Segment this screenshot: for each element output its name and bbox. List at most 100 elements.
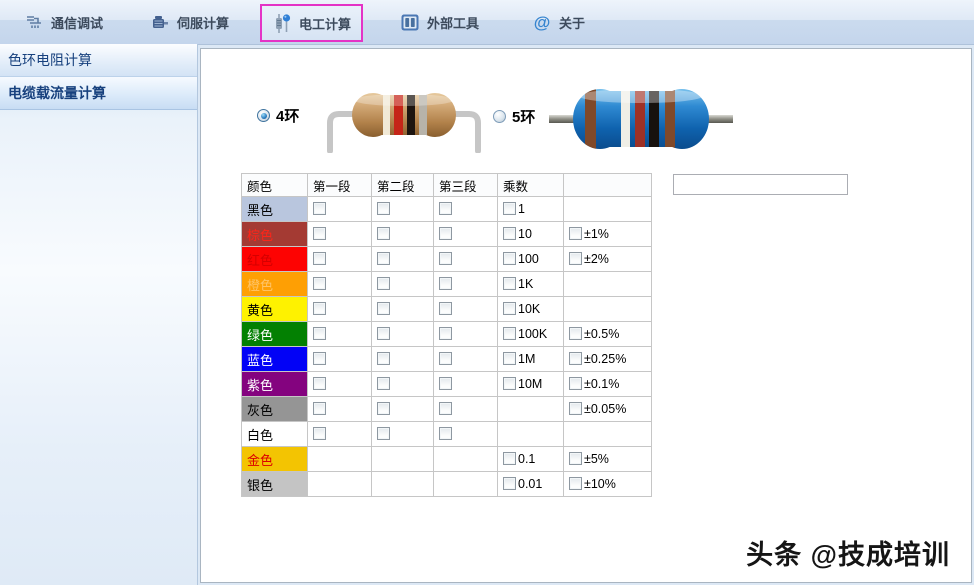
toolbar-item-label: 伺服计算: [177, 13, 229, 32]
band1-cell: [308, 372, 372, 397]
band1-checkbox[interactable]: [313, 202, 326, 215]
tolerance-cell: ±0.05%: [564, 397, 652, 422]
band2-checkbox[interactable]: [377, 402, 390, 415]
band-option-5: 5环: [493, 106, 535, 127]
color-cell[interactable]: 蓝色: [242, 347, 308, 372]
multiplier-checkbox[interactable]: [503, 452, 516, 465]
toolbar-item-about[interactable]: @ 关于: [528, 6, 589, 38]
band2-checkbox[interactable]: [377, 277, 390, 290]
radio-4-band[interactable]: [257, 109, 270, 122]
band1-checkbox[interactable]: [313, 377, 326, 390]
color-cell[interactable]: 银色: [242, 472, 308, 497]
band2-checkbox[interactable]: [377, 377, 390, 390]
band3-checkbox[interactable]: [439, 427, 452, 440]
multiplier-cell: [498, 397, 564, 422]
band1-checkbox[interactable]: [313, 327, 326, 340]
band3-cell: [434, 397, 498, 422]
multiplier-checkbox[interactable]: [503, 227, 516, 240]
tolerance-checkbox[interactable]: [569, 477, 582, 490]
band3-checkbox[interactable]: [439, 402, 452, 415]
color-cell[interactable]: 金色: [242, 447, 308, 472]
tolerance-checkbox[interactable]: [569, 327, 582, 340]
tolerance-checkbox[interactable]: [569, 352, 582, 365]
toolbar-item-comm-debug[interactable]: 通信调试: [20, 6, 107, 38]
cell-value: ±10%: [584, 477, 616, 491]
tolerance-checkbox[interactable]: [569, 252, 582, 265]
radio-5-band[interactable]: [493, 110, 506, 123]
band1-checkbox[interactable]: [313, 277, 326, 290]
multiplier-checkbox[interactable]: [503, 352, 516, 365]
tolerance-cell: ±10%: [564, 472, 652, 497]
band2-checkbox[interactable]: [377, 302, 390, 315]
cell-value: ±0.25%: [584, 352, 626, 366]
band1-checkbox[interactable]: [313, 427, 326, 440]
multiplier-cell: 100: [498, 247, 564, 272]
band3-checkbox[interactable]: [439, 202, 452, 215]
multiplier-cell: 1M: [498, 347, 564, 372]
servo-calc-icon: [150, 12, 170, 32]
multiplier-checkbox[interactable]: [503, 327, 516, 340]
band3-checkbox[interactable]: [439, 302, 452, 315]
table-row: 金色0.1±5%: [242, 447, 652, 472]
tolerance-checkbox[interactable]: [569, 452, 582, 465]
band2-cell: [372, 397, 434, 422]
band2-cell: [372, 472, 434, 497]
table-row: 橙色1K: [242, 272, 652, 297]
band2-checkbox[interactable]: [377, 427, 390, 440]
sidebar-item-cable-ampacity[interactable]: 电缆载流量计算: [0, 77, 197, 110]
band3-cell: [434, 372, 498, 397]
tolerance-checkbox[interactable]: [569, 227, 582, 240]
table-row: 红色100±2%: [242, 247, 652, 272]
multiplier-checkbox[interactable]: [503, 202, 516, 215]
band3-checkbox[interactable]: [439, 252, 452, 265]
color-cell[interactable]: 黄色: [242, 297, 308, 322]
color-cell[interactable]: 橙色: [242, 272, 308, 297]
band1-checkbox[interactable]: [313, 302, 326, 315]
tolerance-cell: ±5%: [564, 447, 652, 472]
band3-checkbox[interactable]: [439, 277, 452, 290]
color-cell[interactable]: 棕色: [242, 222, 308, 247]
band1-cell: [308, 247, 372, 272]
toolbar-item-label: 电工计算: [299, 14, 351, 33]
band1-checkbox[interactable]: [313, 252, 326, 265]
band3-checkbox[interactable]: [439, 327, 452, 340]
color-cell[interactable]: 灰色: [242, 397, 308, 422]
band3-checkbox[interactable]: [439, 227, 452, 240]
toolbar-item-electric-calc[interactable]: 电工计算: [260, 4, 363, 42]
band1-cell: [308, 322, 372, 347]
band2-checkbox[interactable]: [377, 252, 390, 265]
band3-checkbox[interactable]: [439, 352, 452, 365]
sidebar-item-color-ring-resistor[interactable]: 色环电阻计算: [0, 44, 197, 77]
multiplier-checkbox[interactable]: [503, 477, 516, 490]
sidebar-item-label: 色环电阻计算: [8, 52, 92, 68]
band2-cell: [372, 272, 434, 297]
multiplier-checkbox[interactable]: [503, 277, 516, 290]
tolerance-checkbox[interactable]: [569, 377, 582, 390]
band1-cell: [308, 472, 372, 497]
cell-value: 100: [518, 252, 539, 266]
band2-checkbox[interactable]: [377, 327, 390, 340]
tolerance-checkbox[interactable]: [569, 402, 582, 415]
band3-cell: [434, 472, 498, 497]
band2-checkbox[interactable]: [377, 202, 390, 215]
multiplier-checkbox[interactable]: [503, 252, 516, 265]
result-input[interactable]: [673, 174, 848, 195]
multiplier-checkbox[interactable]: [503, 377, 516, 390]
toolbar-item-external-tools[interactable]: 外部工具: [396, 6, 483, 38]
band2-checkbox[interactable]: [377, 227, 390, 240]
band1-checkbox[interactable]: [313, 227, 326, 240]
toolbar-item-servo-calc[interactable]: 伺服计算: [146, 6, 233, 38]
band1-checkbox[interactable]: [313, 402, 326, 415]
tolerance-cell: [564, 422, 652, 447]
toolbar-item-label: 外部工具: [427, 13, 479, 32]
band2-checkbox[interactable]: [377, 352, 390, 365]
color-cell[interactable]: 黑色: [242, 197, 308, 222]
color-cell[interactable]: 红色: [242, 247, 308, 272]
color-cell[interactable]: 紫色: [242, 372, 308, 397]
band1-checkbox[interactable]: [313, 352, 326, 365]
multiplier-cell: 10: [498, 222, 564, 247]
color-cell[interactable]: 白色: [242, 422, 308, 447]
band3-checkbox[interactable]: [439, 377, 452, 390]
color-cell[interactable]: 绿色: [242, 322, 308, 347]
multiplier-checkbox[interactable]: [503, 302, 516, 315]
